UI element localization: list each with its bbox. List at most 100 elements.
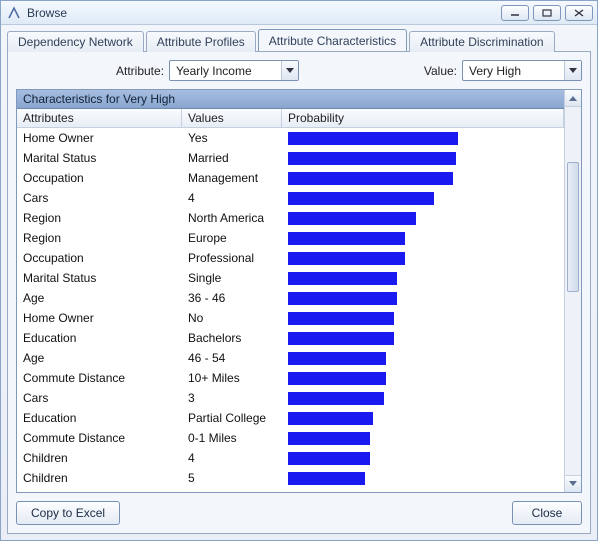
cell-value: Yes [182,131,282,145]
vertical-scrollbar[interactable] [564,90,581,492]
scrollbar-track[interactable] [565,107,581,475]
probability-bar [288,232,405,245]
cell-probability [282,252,564,265]
maximize-button[interactable] [533,5,561,21]
cell-value: Married [182,151,282,165]
cell-attribute: Home Owner [17,131,182,145]
table-row[interactable]: RegionEurope [17,228,564,248]
cell-probability [282,312,564,325]
cell-value: 10+ Miles [182,371,282,385]
table-row[interactable]: OccupationProfessional [17,248,564,268]
table-row[interactable]: Cars3 [17,388,564,408]
attribute-dropdown[interactable]: Yearly Income [169,60,299,81]
cell-probability [282,272,564,285]
tab-dependency-network[interactable]: Dependency Network [7,31,144,52]
cell-value: 0-1 Miles [182,431,282,445]
table-row[interactable]: Home OwnerYes [17,128,564,148]
client-area: Dependency Network Attribute Profiles At… [1,25,597,540]
cell-value: Europe [182,231,282,245]
probability-bar [288,132,458,145]
probability-bar [288,332,394,345]
tabstrip: Dependency Network Attribute Profiles At… [7,29,591,51]
value-dropdown[interactable]: Very High [462,60,582,81]
chevron-down-icon [569,481,577,487]
table-row[interactable]: Children4 [17,448,564,468]
cell-value: Management [182,171,282,185]
tab-attribute-characteristics[interactable]: Attribute Characteristics [258,29,407,51]
cell-attribute: Region [17,211,182,225]
table-row[interactable]: OccupationManagement [17,168,564,188]
cell-probability [282,332,564,345]
cell-value: 4 [182,191,282,205]
close-window-button[interactable] [565,5,593,21]
chevron-up-icon [569,95,577,101]
cell-attribute: Occupation [17,171,182,185]
probability-bar [288,352,386,365]
probability-bar [288,272,397,285]
minimize-icon [510,9,520,17]
table-row[interactable]: Cars4 [17,188,564,208]
cell-attribute: Cars [17,391,182,405]
probability-bar [288,312,394,325]
cell-probability [282,352,564,365]
tab-attribute-discrimination[interactable]: Attribute Discrimination [409,31,554,52]
table-row[interactable]: Commute Distance10+ Miles [17,368,564,388]
probability-bar [288,172,453,185]
footer: Copy to Excel Close [16,501,582,525]
table-row[interactable]: Age46 - 54 [17,348,564,368]
titlebar: Browse [1,1,597,25]
tabpanel-attribute-characteristics: Attribute: Yearly Income Value: Very Hig… [7,51,591,534]
cell-probability [282,452,564,465]
cell-probability [282,412,564,425]
probability-bar [288,412,373,425]
probability-bar [288,392,384,405]
copy-to-excel-button[interactable]: Copy to Excel [16,501,120,525]
cell-attribute: Age [17,351,182,365]
cell-probability [282,472,564,485]
cell-probability [282,132,564,145]
table-row[interactable]: EducationPartial College [17,408,564,428]
table-row[interactable]: Marital StatusMarried [17,148,564,168]
close-icon [574,9,584,17]
column-header-values[interactable]: Values [182,109,282,127]
cell-value: 36 - 46 [182,291,282,305]
cell-attribute: Children [17,471,182,485]
cell-attribute: Commute Distance [17,431,182,445]
cell-attribute: Cars [17,191,182,205]
table-row[interactable]: Age36 - 46 [17,288,564,308]
table-row[interactable]: Children5 [17,468,564,488]
chevron-down-icon [564,61,581,80]
close-button[interactable]: Close [512,501,582,525]
grid-body: Home OwnerYesMarital StatusMarriedOccupa… [17,128,564,492]
column-header-attributes[interactable]: Attributes [17,109,182,127]
cell-value: Bachelors [182,331,282,345]
cell-probability [282,392,564,405]
table-row[interactable]: Home OwnerNo [17,308,564,328]
probability-bar [288,192,434,205]
probability-bar [288,212,416,225]
table-row[interactable]: RegionNorth America [17,208,564,228]
cell-value: Single [182,271,282,285]
cell-attribute: Marital Status [17,151,182,165]
column-header-probability[interactable]: Probability [282,109,564,127]
cell-value: North America [182,211,282,225]
table-row[interactable]: Commute Distance0-1 Miles [17,428,564,448]
cell-probability [282,232,564,245]
table-row[interactable]: EducationBachelors [17,328,564,348]
cell-probability [282,212,564,225]
tab-attribute-profiles[interactable]: Attribute Profiles [146,31,256,52]
attribute-dropdown-value: Yearly Income [170,64,281,78]
table-row[interactable]: Marital StatusSingle [17,268,564,288]
scrollbar-thumb[interactable] [567,162,579,292]
scroll-up-button[interactable] [565,90,581,107]
cell-attribute: Marital Status [17,271,182,285]
cell-value: 46 - 54 [182,351,282,365]
probability-bar [288,152,456,165]
minimize-button[interactable] [501,5,529,21]
cell-value: 4 [182,451,282,465]
value-dropdown-value: Very High [463,64,564,78]
cell-attribute: Education [17,331,182,345]
probability-bar [288,252,405,265]
scroll-down-button[interactable] [565,475,581,492]
cell-value: Professional [182,251,282,265]
